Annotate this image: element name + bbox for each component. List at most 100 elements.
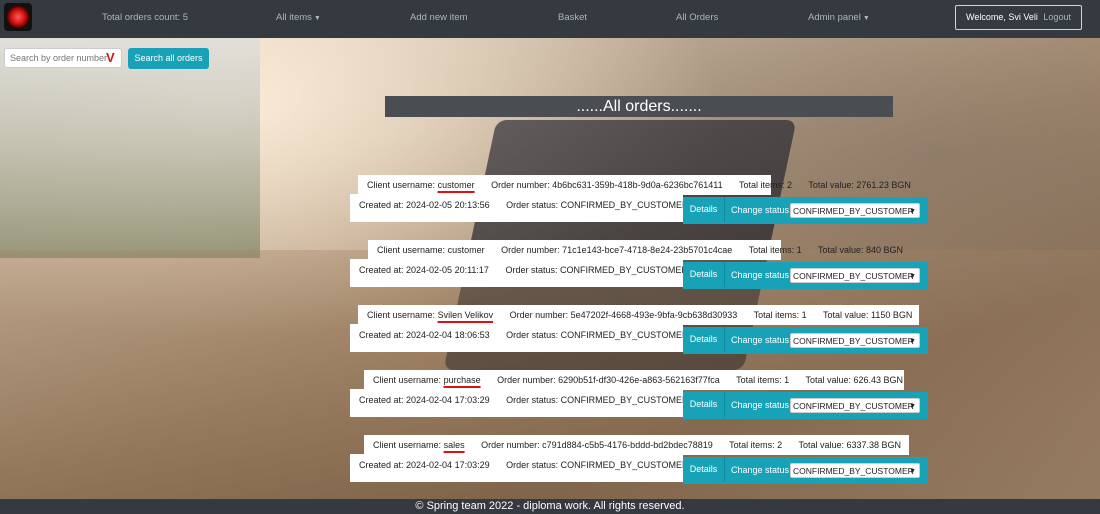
client-label: Client username:	[377, 245, 446, 255]
order-status: Order status: CONFIRMED_BY_CUSTOMER	[506, 330, 689, 340]
order-info-row: Client username: Svilen Velikov Order nu…	[358, 305, 919, 325]
order-status-row: Created at: 2024-02-04 18:06:53 Order st…	[350, 324, 689, 352]
total-value: Total value: 626.43 BGN	[805, 375, 904, 385]
logo-icon[interactable]	[4, 3, 32, 31]
created-at: Created at: 2024-02-04 17:03:29	[359, 395, 490, 405]
red-check-mark: V	[106, 50, 115, 65]
status-select[interactable]: CONFIRMED_BY_CUSTOMER ▼	[790, 268, 920, 283]
chevron-down-icon: ▼	[909, 338, 916, 345]
order-actions: Details Change status CONFIRMED_BY_CUSTO…	[683, 457, 928, 484]
client-label: Client username:	[367, 180, 436, 190]
logout-link[interactable]: Logout	[1043, 12, 1071, 22]
change-status-label: Change status	[731, 465, 790, 475]
created-at: Created at: 2024-02-04 18:06:53	[359, 330, 490, 340]
chevron-down-icon: ▼	[909, 468, 916, 475]
status-select-value: CONFIRMED_BY_CUSTOMER	[793, 401, 914, 411]
chevron-down-icon: ▼	[909, 403, 916, 410]
caret-down-icon: ▼	[862, 15, 870, 22]
nav-all-items-label: All items	[276, 12, 312, 23]
created-at: Created at: 2024-02-05 20:11:17	[359, 265, 489, 275]
search-all-orders-button[interactable]: Search all orders	[128, 48, 209, 69]
status-select-value: CONFIRMED_BY_CUSTOMER	[793, 206, 914, 216]
total-value: Total value: 1150 BGN	[823, 310, 913, 320]
status-select[interactable]: CONFIRMED_BY_CUSTOMER ▼	[790, 333, 920, 348]
change-status-label: Change status	[731, 205, 790, 215]
client-username: sales	[443, 440, 465, 450]
order-info-row: Client username: sales Order number: c79…	[364, 435, 909, 455]
nav-basket[interactable]: Basket	[558, 0, 587, 38]
order-actions: Details Change status CONFIRMED_BY_CUSTO…	[683, 392, 928, 419]
order-actions: Details Change status CONFIRMED_BY_CUSTO…	[683, 327, 928, 354]
status-select[interactable]: CONFIRMED_BY_CUSTOMER ▼	[790, 398, 920, 413]
page-title: ......All orders.......	[385, 96, 893, 117]
order-number: Order number: 4b6bc631-359b-418b-9d0a-62…	[491, 180, 723, 190]
order-card: Client username: customer Order number: …	[350, 175, 930, 225]
caret-down-icon: ▼	[313, 15, 321, 22]
change-status-label: Change status	[731, 335, 790, 345]
navbar: Total orders count: 5 All items ▼ Add new…	[0, 0, 1100, 38]
nav-all-items[interactable]: All items ▼	[276, 0, 321, 38]
status-select-value: CONFIRMED_BY_CUSTOMER	[793, 271, 914, 281]
order-number: Order number: 5e47202f-4668-493e-9bfa-9c…	[509, 310, 738, 320]
order-info-row: Client username: purchase Order number: …	[364, 370, 904, 390]
chevron-down-icon: ▼	[909, 208, 916, 215]
status-select[interactable]: CONFIRMED_BY_CUSTOMER ▼	[790, 203, 920, 218]
details-button[interactable]: Details	[683, 392, 725, 417]
details-button[interactable]: Details	[683, 327, 725, 352]
chevron-down-icon: ▼	[909, 273, 916, 280]
order-card: Client username: purchase Order number: …	[350, 370, 930, 420]
status-select-value: CONFIRMED_BY_CUSTOMER	[793, 466, 914, 476]
order-actions: Details Change status CONFIRMED_BY_CUSTO…	[683, 197, 928, 224]
order-status: Order status: CONFIRMED_BY_CUSTOMER	[506, 460, 689, 470]
change-status-label: Change status	[731, 400, 790, 410]
client-username: customer	[437, 180, 475, 190]
client-username: customer	[447, 245, 485, 255]
client-label: Client username:	[373, 375, 442, 385]
footer: © Spring team 2022 - diploma work. All r…	[0, 499, 1100, 514]
order-actions: Details Change status CONFIRMED_BY_CUSTO…	[683, 262, 928, 289]
nav-all-orders[interactable]: All Orders	[676, 0, 718, 38]
total-value: Total value: 6337.38 BGN	[798, 440, 902, 450]
change-status-label: Change status	[731, 270, 790, 280]
order-status: Order status: CONFIRMED_BY_CUSTOMER	[506, 395, 689, 405]
order-number: Order number: c791d884-c5b5-4176-bddd-bd…	[481, 440, 713, 450]
order-info-row: Client username: customer Order number: …	[368, 240, 903, 260]
order-info-row: Client username: customer Order number: …	[358, 175, 911, 195]
client-username: purchase	[443, 375, 481, 385]
details-button[interactable]: Details	[683, 457, 725, 482]
total-items: Total items: 1	[748, 245, 802, 255]
created-at: Created at: 2024-02-04 17:03:29	[359, 460, 490, 470]
status-select-value: CONFIRMED_BY_CUSTOMER	[793, 336, 914, 346]
order-number: Order number: 6290b51f-df30-426e-a863-56…	[497, 375, 720, 385]
order-card: Client username: customer Order number: …	[350, 240, 930, 290]
nav-admin-panel-label: Admin panel	[808, 12, 861, 23]
total-items: Total items: 2	[738, 180, 792, 190]
total-value: Total value: 840 BGN	[817, 245, 904, 255]
nav-admin-panel[interactable]: Admin panel ▼	[808, 0, 870, 38]
created-at: Created at: 2024-02-05 20:13:56	[359, 200, 490, 210]
welcome-text: Welcome, Svi Veli	[966, 12, 1038, 22]
details-button[interactable]: Details	[683, 262, 725, 287]
client-label: Client username:	[367, 310, 436, 320]
order-status-row: Created at: 2024-02-05 20:13:56 Order st…	[350, 194, 689, 222]
search-input[interactable]	[4, 48, 122, 68]
background-window	[0, 38, 260, 258]
total-value: Total value: 2761.23 BGN	[808, 180, 911, 190]
order-card: Client username: sales Order number: c79…	[350, 435, 930, 485]
details-button[interactable]: Details	[683, 197, 725, 222]
order-number: Order number: 71c1e143-bce7-4718-8e24-23…	[501, 245, 733, 255]
order-status: Order status: CONFIRMED_BY_CUSTOMER	[505, 265, 688, 275]
nav-add-new-item[interactable]: Add new item	[410, 0, 468, 38]
total-items: Total items: 2	[729, 440, 783, 450]
order-card: Client username: Svilen Velikov Order nu…	[350, 305, 930, 355]
client-label: Client username:	[373, 440, 442, 450]
order-status-row: Created at: 2024-02-04 17:03:29 Order st…	[350, 389, 689, 417]
status-select[interactable]: CONFIRMED_BY_CUSTOMER ▼	[790, 463, 920, 478]
total-items: Total items: 1	[753, 310, 807, 320]
total-orders-count: Total orders count: 5	[102, 12, 189, 23]
order-status-row: Created at: 2024-02-04 17:03:29 Order st…	[350, 454, 689, 482]
user-box: Welcome, Svi Veli Logout	[955, 5, 1082, 30]
order-status: Order status: CONFIRMED_BY_CUSTOMER	[506, 200, 689, 210]
order-status-row: Created at: 2024-02-05 20:11:17 Order st…	[350, 259, 688, 287]
total-items: Total items: 1	[736, 375, 790, 385]
